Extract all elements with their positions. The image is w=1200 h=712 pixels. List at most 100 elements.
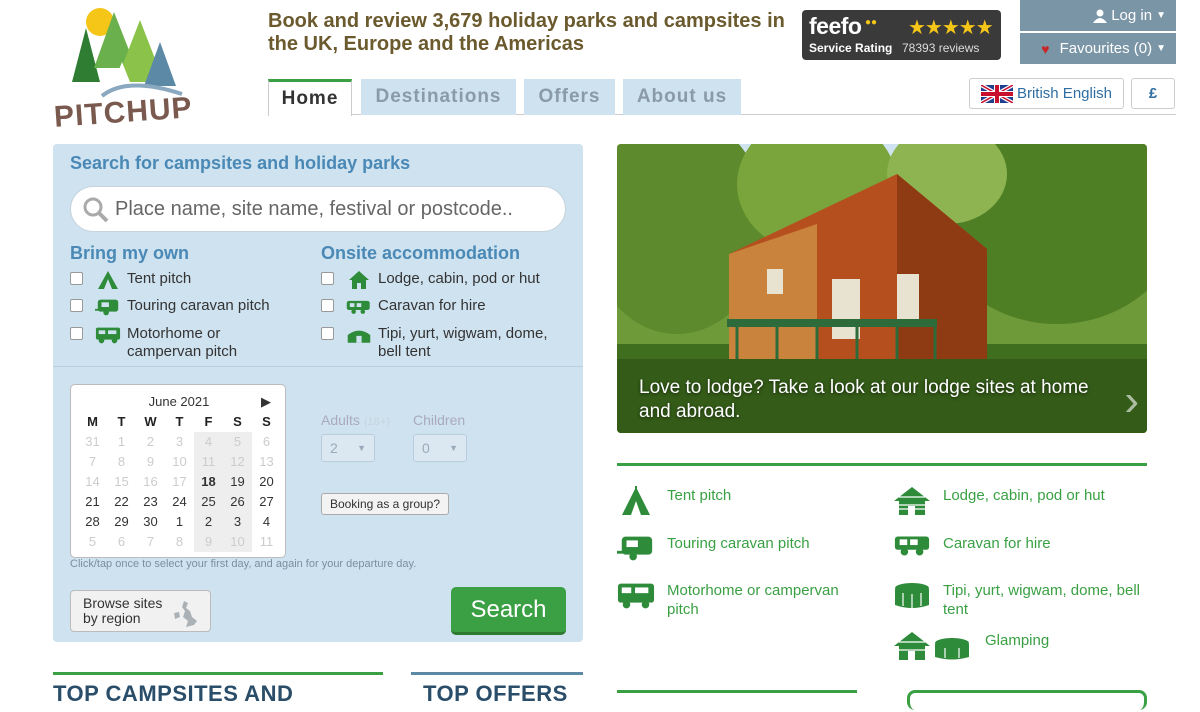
checkbox[interactable] [70,272,83,285]
calendar-day[interactable]: 11 [252,532,281,552]
login-button[interactable]: Log in ▼ [1020,0,1176,31]
checkbox[interactable] [70,299,83,312]
checkbox[interactable] [321,327,334,340]
calendar-day[interactable]: 2 [194,512,223,532]
link-lodge[interactable]: Lodge, cabin, pod or hut [893,486,1147,516]
tab-offers[interactable]: Offers [524,79,615,115]
next-slide-icon[interactable]: › [1124,376,1139,426]
review-count: 78393 reviews [902,41,980,55]
lodge-icon [346,270,372,290]
tent-icon [617,486,655,516]
chevron-down-icon: ▼ [449,443,458,453]
date-calendar[interactable]: June 2021 ▶ M T W T F S S 31 1 2 3 4 5 6 7 8 9 10 11 12 13 14… [70,384,286,558]
calendar-day: 6 [262,434,271,449]
option-tipi-yurt[interactable]: Tipi, yurt, wigwam, dome, bell tent [321,325,561,361]
calendar-day[interactable]: 24 [165,492,194,512]
weekday-header: W [144,414,157,429]
option-caravan-hire[interactable]: Caravan for hire [321,297,486,317]
link-glamping[interactable]: Glamping [893,631,1147,661]
checkbox[interactable] [321,272,334,285]
adults-select[interactable]: 2 ▼ [321,434,375,462]
search-icon [83,197,109,223]
link-tent-pitch[interactable]: Tent pitch [617,486,867,516]
calendar-day[interactable]: 9 [194,532,223,552]
top-offers-heading: TOP OFFERS [411,672,583,712]
calendar-day: 13 [259,454,274,469]
calendar-day[interactable]: 7 [136,532,165,552]
link-motorhome[interactable]: Motorhome or campervan pitch [617,581,867,619]
calendar-day[interactable]: 30 [136,512,165,532]
feefo-rating-badge[interactable]: feefo ●● ★★★★★ Service Rating 78393 revi… [802,10,1001,60]
search-panel: Search for campsites and holiday parks P… [53,144,583,642]
outlined-panel [907,690,1147,710]
children-label: Children [413,412,466,428]
favourites-button[interactable]: ♥ Favourites (0) ▼ [1020,33,1176,64]
calendar-grid: M T W T F S S 31 1 2 3 4 5 6 7 8 9 10 11 12 13 14 15 16 17 18 19 20… [78,412,281,552]
option-motorhome[interactable]: Motorhome or campervan pitch [70,325,280,361]
tab-destinations[interactable]: Destinations [361,79,516,115]
service-rating-label: Service Rating [809,41,893,55]
calendar-day[interactable]: 22 [107,492,136,512]
calendar-day[interactable]: 8 [165,532,194,552]
hero-banner[interactable]: Love to lodge? Take a look at our lodge … [617,144,1147,433]
yurt-icon [893,581,931,609]
calendar-day: 3 [175,434,184,449]
calendar-day[interactable]: 27 [252,492,281,512]
weekday-header: M [87,414,98,429]
option-tent-pitch[interactable]: Tent pitch [70,270,191,290]
calendar-day[interactable]: 25 [194,492,223,512]
calendar-day: 8 [117,454,126,469]
calendar-day[interactable]: 19 [223,472,252,492]
checkbox[interactable] [321,299,334,312]
calendar-day[interactable]: 4 [252,512,281,532]
currency-selector[interactable]: £ [1131,78,1175,109]
caravan-icon [95,297,121,317]
browse-by-region-button[interactable]: Browse sites by region [70,590,211,632]
option-touring-caravan[interactable]: Touring caravan pitch [70,297,270,317]
chevron-down-icon: ▼ [357,443,366,453]
language-label: British English [1016,85,1113,102]
yurt-icon [346,325,372,345]
calendar-day[interactable]: 5 [78,532,107,552]
group-booking-button[interactable]: Booking as a group? [321,493,449,515]
tab-home[interactable]: Home [268,79,352,116]
calendar-day: 17 [172,474,187,489]
calendar-day[interactable]: 23 [136,492,165,512]
motorhome-icon [95,325,121,345]
calendar-day[interactable]: 26 [223,492,252,512]
checkbox[interactable] [70,327,83,340]
motorhome-icon [617,581,655,611]
weekday-header: T [175,414,184,429]
chevron-down-icon: ▼ [1156,10,1166,21]
search-input[interactable]: Place name, site name, festival or postc… [70,186,566,232]
next-month-icon[interactable]: ▶ [261,394,271,410]
calendar-day[interactable]: 28 [78,512,107,532]
adults-label: Adults (18+) [321,412,390,428]
accommodation-divider [617,463,1147,466]
calendar-day[interactable]: 21 [78,492,107,512]
site-headline: Book and review 3,679 holiday parks and … [268,10,785,55]
calendar-day[interactable]: 10 [223,532,252,552]
calendar-day[interactable]: 1 [165,512,194,532]
calendar-day[interactable]: 3 [223,512,252,532]
uk-map-icon [174,601,197,627]
calendar-day[interactable]: 29 [107,512,136,532]
account-menu: Log in ▼ ♥ Favourites (0) ▼ [1020,0,1176,64]
bring-my-own-heading: Bring my own [70,243,190,263]
language-selector[interactable]: British English [969,78,1124,109]
link-tipi-yurt[interactable]: Tipi, yurt, wigwam, dome, bell tent [893,581,1147,619]
link-touring-caravan[interactable]: Touring caravan pitch [617,534,867,562]
children-select[interactable]: 0 ▼ [413,434,467,462]
calendar-day: 5 [223,432,252,452]
search-button[interactable]: Search [451,587,566,635]
calendar-day: 15 [114,474,129,489]
option-lodge[interactable]: Lodge, cabin, pod or hut [321,270,540,290]
calendar-day[interactable]: 20 [252,472,281,492]
tab-about-us[interactable]: About us [623,79,741,115]
calendar-day[interactable]: 6 [107,532,136,552]
feefo-brand: feefo [809,13,862,39]
link-caravan-hire[interactable]: Caravan for hire [893,534,1147,558]
calendar-day[interactable]: 18 [194,472,223,492]
onsite-heading: Onsite accommodation [321,243,521,263]
calendar-day: 14 [85,474,100,489]
